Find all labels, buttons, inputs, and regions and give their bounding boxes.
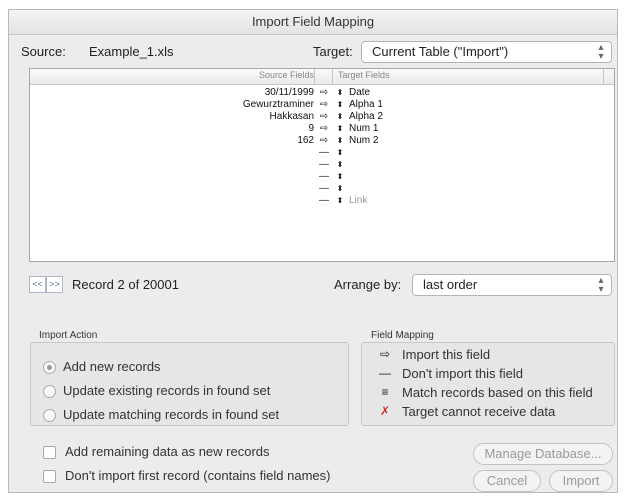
target-fields-header[interactable]: Target Fields	[338, 70, 390, 80]
record-counter: Record 2 of 20001	[72, 277, 179, 292]
target-field-name: Date	[349, 87, 371, 98]
import-action-group: Add new records Update existing records …	[30, 342, 349, 426]
table-row[interactable]: Gewurztraminer ⇨ ⬍ Alpha 1	[30, 99, 614, 111]
table-row[interactable]: Hakkasan ⇨ ⬍ Alpha 2	[30, 111, 614, 123]
source-field-value: 30/11/1999	[264, 87, 314, 98]
legend-dont-import-label: Don't import this field	[402, 366, 523, 381]
field-mapping-table: Source Fields Target Fields 30/11/1999 ⇨ ⬍…	[29, 68, 615, 262]
target-popup[interactable]: Current Table ("Import") ▴ ▾	[361, 41, 612, 63]
target-field-name: Num 1	[349, 123, 379, 134]
legend-cannot-receive-label: Target cannot receive data	[402, 404, 556, 419]
legend-match-label: Match records based on this field	[402, 385, 593, 400]
source-field-value: Hakkasan	[269, 111, 314, 122]
window-title: Import Field Mapping	[9, 10, 617, 35]
dont-import-dash-icon[interactable]: —	[317, 195, 331, 207]
source-fields-header[interactable]: Source Fields	[259, 70, 314, 80]
add-remaining-checkbox[interactable]	[43, 446, 56, 459]
import-arrow-icon[interactable]: ⇨	[317, 135, 331, 147]
import-arrow-icon: ⇨	[379, 347, 391, 361]
target-label: Target:	[313, 44, 353, 59]
reorder-handle-icon[interactable]: ⬍	[336, 195, 344, 207]
update-matching-records-label: Update matching records in found set	[63, 407, 280, 422]
import-arrow-icon[interactable]: ⇨	[317, 99, 331, 111]
source-field-value: 162	[297, 135, 314, 146]
source-filename: Example_1.xls	[89, 44, 174, 59]
dont-import-dash-icon[interactable]: —	[317, 147, 331, 159]
target-popup-value: Current Table ("Import")	[372, 44, 509, 59]
dont-import-dash-icon: —	[379, 366, 391, 380]
table-header: Source Fields Target Fields	[30, 69, 614, 85]
table-row[interactable]: — ⬍	[30, 159, 614, 171]
popup-arrows-icon: ▴ ▾	[598, 275, 604, 295]
update-existing-records-radio[interactable]	[43, 385, 56, 398]
table-row[interactable]: — ⬍	[30, 183, 614, 195]
source-field-value: Gewurztraminer	[242, 99, 314, 110]
update-matching-records-radio[interactable]	[43, 409, 56, 422]
reorder-handle-icon[interactable]: ⬍	[336, 159, 344, 171]
previous-record-button[interactable]: <<	[29, 276, 46, 293]
reorder-handle-icon[interactable]: ⬍	[336, 87, 344, 99]
target-field-name: Num 2	[349, 135, 379, 146]
next-record-button[interactable]: >>	[46, 276, 63, 293]
field-mapping-title: Field Mapping	[371, 330, 434, 341]
import-button[interactable]: Import	[549, 470, 613, 492]
dont-import-first-record-label: Don't import first record (contains fiel…	[65, 468, 331, 483]
add-remaining-label: Add remaining data as new records	[65, 444, 270, 459]
import-arrow-icon[interactable]: ⇨	[317, 111, 331, 123]
manage-database-button[interactable]: Manage Database...	[473, 443, 613, 465]
target-field-name: Link	[349, 195, 368, 206]
add-new-records-label: Add new records	[63, 359, 161, 374]
dont-import-dash-icon[interactable]: —	[317, 171, 331, 183]
target-field-name: Alpha 2	[349, 111, 383, 122]
arrange-by-popup[interactable]: last order ▴ ▾	[412, 274, 612, 296]
import-arrow-icon[interactable]: ⇨	[317, 87, 331, 99]
reorder-handle-icon[interactable]: ⬍	[336, 135, 344, 147]
reorder-handle-icon[interactable]: ⬍	[336, 147, 344, 159]
import-action-title: Import Action	[39, 330, 98, 341]
reorder-handle-icon[interactable]: ⬍	[336, 123, 344, 135]
arrange-by-value: last order	[423, 277, 478, 292]
reorder-handle-icon[interactable]: ⬍	[336, 99, 344, 111]
source-field-value: 9	[308, 123, 314, 134]
legend-import-label: Import this field	[402, 347, 491, 362]
cancel-button[interactable]: Cancel	[473, 470, 541, 492]
import-arrow-icon[interactable]: ⇨	[317, 123, 331, 135]
field-mapping-legend: ⇨ Import this field — Don't import this …	[361, 342, 615, 426]
import-field-mapping-dialog: Import Field Mapping Source: Example_1.x…	[8, 9, 618, 493]
popup-arrows-icon: ▴ ▾	[598, 42, 604, 62]
table-row[interactable]: — ⬍	[30, 171, 614, 183]
cannot-receive-x-icon: ✗	[379, 404, 391, 418]
source-label: Source:	[21, 44, 66, 59]
reorder-handle-icon[interactable]: ⬍	[336, 171, 344, 183]
update-existing-records-label: Update existing records in found set	[63, 383, 271, 398]
table-row[interactable]: — ⬍ Link	[30, 195, 614, 207]
target-field-name: Alpha 1	[349, 99, 383, 110]
reorder-handle-icon[interactable]: ⬍	[336, 111, 344, 123]
add-new-records-radio[interactable]	[43, 361, 56, 374]
table-row[interactable]: 30/11/1999 ⇨ ⬍ Date	[30, 87, 614, 99]
table-row[interactable]: 162 ⇨ ⬍ Num 2	[30, 135, 614, 147]
arrange-by-label: Arrange by:	[334, 277, 402, 292]
reorder-handle-icon[interactable]: ⬍	[336, 183, 344, 195]
match-records-icon: ≡	[381, 385, 389, 399]
dont-import-dash-icon[interactable]: —	[317, 159, 331, 171]
table-row[interactable]: — ⬍	[30, 147, 614, 159]
dont-import-first-record-checkbox[interactable]	[43, 470, 56, 483]
dont-import-dash-icon[interactable]: —	[317, 183, 331, 195]
table-row[interactable]: 9 ⇨ ⬍ Num 1	[30, 123, 614, 135]
